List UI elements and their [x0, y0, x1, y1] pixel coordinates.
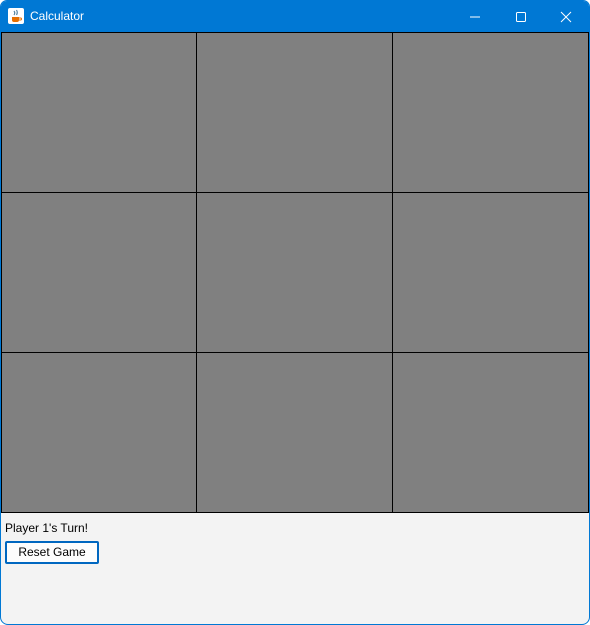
- board-cell-4[interactable]: [1, 192, 198, 353]
- turn-status: Player 1's Turn!: [5, 521, 88, 535]
- maximize-button[interactable]: [498, 1, 544, 32]
- title-bar[interactable]: Calculator: [1, 1, 589, 32]
- minimize-button[interactable]: [452, 1, 498, 32]
- reset-game-button[interactable]: Reset Game: [5, 541, 99, 564]
- window-title: Calculator: [30, 9, 85, 23]
- board-cell-7[interactable]: [1, 352, 198, 513]
- board-cell-3[interactable]: [392, 32, 589, 193]
- board-cell-9[interactable]: [392, 352, 589, 513]
- board-cell-2[interactable]: [196, 32, 393, 193]
- game-board: [1, 32, 589, 513]
- board-cell-8[interactable]: [196, 352, 393, 513]
- app-window: Calculator Player 1's Turn! Reset Game: [0, 0, 590, 625]
- board-cell-5[interactable]: [196, 192, 393, 353]
- board-cell-1[interactable]: [1, 32, 198, 193]
- board-cell-6[interactable]: [392, 192, 589, 353]
- close-button[interactable]: [543, 1, 589, 32]
- java-cup-icon: [8, 8, 24, 24]
